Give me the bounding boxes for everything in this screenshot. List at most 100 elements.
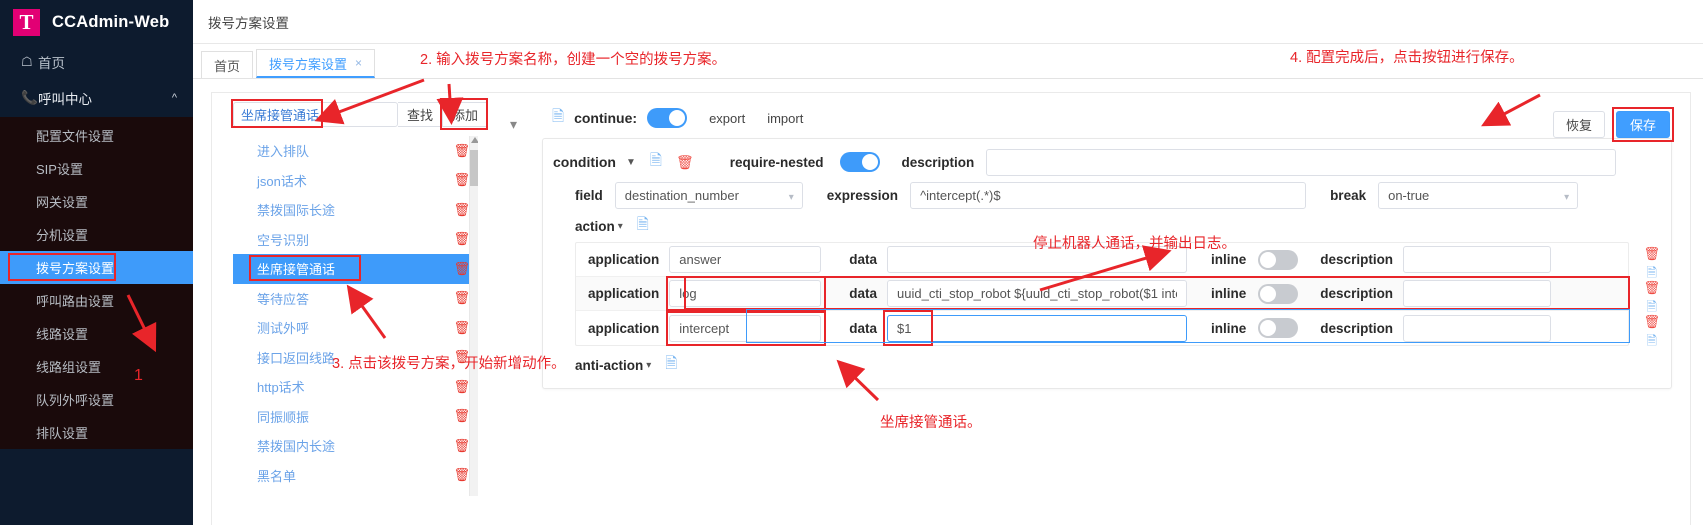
sidebar-item-line-group-settings[interactable]: 线路组设置 [0, 350, 193, 383]
continue-toggle[interactable] [647, 108, 688, 128]
trash-icon[interactable]: 🗑 [1643, 314, 1660, 330]
trash-icon[interactable]: 🗑 [453, 261, 470, 277]
trash-icon[interactable]: 🗑 [453, 290, 470, 306]
trash-icon[interactable]: 🗑 [453, 438, 470, 454]
list-item[interactable]: 禁拨国内长途 🗑 [233, 431, 478, 461]
trash-icon[interactable]: 🗑 [453, 379, 470, 395]
list-item[interactable]: 等待应答 🗑 [233, 284, 478, 314]
tab-label: 拨号方案设置 [269, 56, 348, 72]
trash-icon[interactable]: 🗑 [453, 231, 470, 247]
sidebar-item-extension-settings[interactable]: 分机设置 [0, 218, 193, 251]
restore-button[interactable]: 恢复 [1552, 111, 1605, 138]
data-input[interactable] [887, 314, 1188, 342]
inline-toggle[interactable] [1258, 318, 1299, 338]
field-select[interactable] [614, 181, 803, 209]
trash-icon[interactable]: 🗑 [453, 202, 470, 218]
list-item[interactable]: 测试外呼 🗑 [233, 313, 478, 343]
require-nested-toggle[interactable] [839, 152, 880, 172]
sidebar-item-label: 线路设置 [36, 327, 89, 342]
sidebar-item-queue-outbound-settings[interactable]: 队列外呼设置 [0, 383, 193, 416]
list-item[interactable]: 黑名单 🗑 [233, 461, 478, 491]
inline-label: inline [1211, 320, 1247, 336]
brand-logo-icon: T [13, 8, 40, 36]
list-item[interactable]: 禁拨国际长途 🗑 [233, 195, 478, 225]
row-description-input[interactable] [1403, 280, 1552, 307]
trash-icon[interactable]: 🗑 [453, 320, 470, 336]
tab-home[interactable]: 首页 [201, 51, 254, 78]
row-description-input[interactable] [1403, 246, 1552, 273]
inline-toggle[interactable] [1258, 249, 1299, 270]
list-item[interactable]: 同振顺振 🗑 [233, 402, 478, 432]
trash-icon[interactable]: 🗑 [1643, 280, 1660, 296]
sidebar-item-call-route-settings[interactable]: 呼叫路由设置 [0, 284, 193, 317]
export-button[interactable]: export [709, 111, 745, 126]
data-label: data [849, 320, 878, 336]
file-add-icon[interactable]: 🗎 [665, 353, 677, 378]
trash-icon[interactable]: 🗑 [453, 143, 470, 159]
close-icon[interactable]: × [355, 56, 362, 70]
tab-dialplan-settings[interactable]: 拨号方案设置 × [256, 49, 376, 78]
sidebar-group-label: 呼叫中心 [38, 92, 92, 107]
condition-title: condition [553, 154, 616, 170]
list-item[interactable]: 空号识别 🗑 [233, 225, 478, 255]
data-input-wrap [883, 309, 1188, 346]
list-item-selected[interactable]: 坐席接管通话 🗑 [233, 254, 478, 284]
save-button[interactable]: 保存 [1615, 111, 1670, 138]
row-description-input[interactable] [1403, 314, 1552, 342]
find-button[interactable]: 查找 [398, 102, 444, 127]
file-add-icon[interactable]: 🗎 [552, 106, 564, 131]
inline-label: inline [1211, 252, 1247, 267]
trash-icon[interactable]: 🗑 [1643, 246, 1660, 262]
sidebar-item-gateway-settings[interactable]: 网关设置 [0, 185, 193, 218]
trash-icon[interactable]: 🗑 [676, 154, 694, 171]
scrollbar-thumb[interactable] [470, 150, 478, 186]
sidebar-item-profile-settings[interactable]: 配置文件设置 [0, 119, 193, 152]
list-scrollbar[interactable] [469, 136, 478, 496]
search-input[interactable] [233, 102, 398, 127]
application-input[interactable] [669, 314, 822, 342]
trash-icon[interactable]: 🗑 [453, 408, 470, 424]
toggle-knob [1260, 320, 1277, 336]
application-input[interactable] [669, 280, 822, 307]
sidebar-item-dialplan-settings[interactable]: 拨号方案设置 [0, 251, 193, 284]
list-item[interactable]: http话术 🗑 [233, 372, 478, 402]
list-item-label: 禁拨国内长途 [257, 439, 336, 455]
break-label: break [1330, 187, 1367, 203]
list-item[interactable]: json话术 🗑 [233, 166, 478, 196]
caret-down-icon[interactable]: ▾ [646, 360, 651, 371]
file-add-icon[interactable]: 🗎 [1647, 332, 1657, 354]
add-button[interactable]: 添加 [443, 102, 489, 127]
sidebar-group-callcenter[interactable]: 📞 呼叫中心 ^ [0, 79, 193, 117]
sidebar-item-queue-settings[interactable]: 排队设置 [0, 416, 193, 449]
caret-down-icon[interactable]: ▼ [626, 157, 636, 168]
inline-toggle[interactable] [1258, 283, 1299, 304]
save-button-wrap: 保存 [1611, 107, 1674, 142]
toggle-knob [1260, 251, 1277, 268]
dialplan-list[interactable]: 进入排队 🗑 json话术 🗑 禁拨国际长途 🗑 空号识别 🗑 坐席接管通话 🗑 [233, 136, 478, 496]
sidebar-item-line-settings[interactable]: 线路设置 [0, 317, 193, 350]
break-select[interactable] [1378, 181, 1579, 209]
sidebar-item-sip-settings[interactable]: SIP设置 [0, 152, 193, 185]
editor-actions: 恢复 保存 [1552, 107, 1674, 142]
import-button[interactable]: import [767, 111, 803, 126]
condition-description-input[interactable] [986, 148, 1617, 176]
list-item-label: 进入排队 [257, 144, 310, 160]
expression-input[interactable] [910, 181, 1307, 209]
condition-header-row: condition ▼ 🗎 🗑 require-nested descripti… [553, 147, 1661, 177]
list-item-label: json话术 [257, 173, 307, 189]
scroll-up-icon[interactable] [471, 137, 478, 143]
sidebar-item-home[interactable]: ☖ 首页 [0, 44, 193, 79]
list-item[interactable]: 进入排队 🗑 [233, 136, 478, 166]
chevron-up-icon: ^ [171, 92, 177, 104]
trash-icon[interactable]: 🗑 [453, 172, 470, 188]
chevron-down-icon[interactable]: ▾ [510, 116, 517, 133]
file-add-icon[interactable]: 🗎 [650, 150, 662, 175]
application-input[interactable] [669, 246, 822, 273]
application-label: application [588, 252, 660, 267]
sidebar-item-label: 网关设置 [36, 195, 89, 210]
file-add-icon[interactable]: 🗎 [637, 214, 649, 239]
trash-icon[interactable]: 🗑 [453, 467, 470, 483]
list-toolbar: 查找 添加 [231, 98, 495, 130]
caret-down-icon[interactable]: ▾ [618, 221, 623, 232]
data-input[interactable] [887, 280, 1188, 307]
